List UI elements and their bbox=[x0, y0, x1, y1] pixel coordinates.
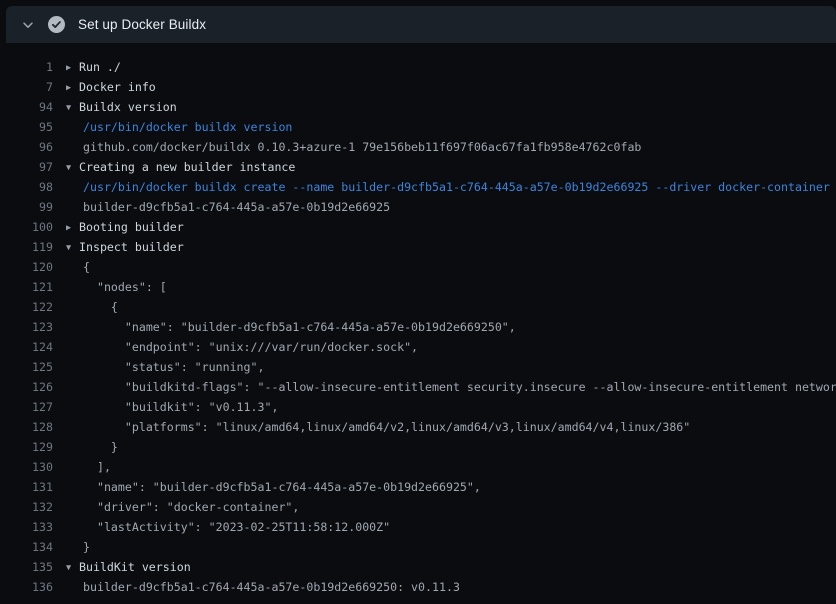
group-title: Run ./ bbox=[79, 60, 121, 74]
log-line[interactable]: 135 ▼BuildKit version bbox=[0, 557, 836, 577]
group-collapsed-icon: ▶ bbox=[66, 78, 79, 97]
log-text: builder-d9cfb5a1-c764-445a-a57e-0b19d2e6… bbox=[83, 580, 460, 594]
line-number[interactable]: 1 bbox=[0, 57, 53, 77]
line-number[interactable]: 98 bbox=[0, 177, 53, 197]
log-text: ], bbox=[83, 460, 111, 474]
log-line[interactable]: 100 ▶Booting builder bbox=[0, 217, 836, 237]
log-line: 95 /usr/bin/docker buildx version bbox=[0, 117, 836, 137]
line-number[interactable]: 94 bbox=[0, 97, 53, 117]
line-number[interactable]: 125 bbox=[0, 357, 53, 377]
line-number[interactable]: 132 bbox=[0, 497, 53, 517]
log-content: 1 ▶Run ./ 7 ▶Docker info 94 ▼Buildx vers… bbox=[0, 43, 836, 604]
log-line: 126 "buildkitd-flags": "--allow-insecure… bbox=[0, 377, 836, 397]
command-text: /usr/bin/docker buildx create --name bui… bbox=[83, 180, 830, 194]
line-number[interactable]: 129 bbox=[0, 437, 53, 457]
log-text: github.com/docker/buildx 0.10.3+azure-1 … bbox=[83, 140, 641, 154]
log-line: 99 builder-d9cfb5a1-c764-445a-a57e-0b19d… bbox=[0, 197, 836, 217]
group-title: Docker info bbox=[79, 80, 156, 94]
line-number[interactable]: 136 bbox=[0, 577, 53, 597]
line-number[interactable]: 95 bbox=[0, 117, 53, 137]
log-text: "driver": "docker-container", bbox=[83, 500, 299, 514]
line-number[interactable]: 100 bbox=[0, 217, 53, 237]
group-expanded-icon: ▼ bbox=[66, 158, 79, 177]
line-number[interactable]: 134 bbox=[0, 537, 53, 557]
group-expanded-icon: ▼ bbox=[66, 98, 79, 117]
log-text: "name": "builder-d9cfb5a1-c764-445a-a57e… bbox=[83, 320, 516, 334]
log-line: 134 } bbox=[0, 537, 836, 557]
log-line: 123 "name": "builder-d9cfb5a1-c764-445a-… bbox=[0, 317, 836, 337]
log-line: 124 "endpoint": "unix:///var/run/docker.… bbox=[0, 337, 836, 357]
line-number[interactable]: 130 bbox=[0, 457, 53, 477]
log-text: } bbox=[83, 440, 118, 454]
log-text: "buildkitd-flags": "--allow-insecure-ent… bbox=[83, 380, 836, 394]
group-title: Booting builder bbox=[79, 220, 184, 234]
log-text: { bbox=[83, 260, 90, 274]
line-number[interactable]: 96 bbox=[0, 137, 53, 157]
log-text: "name": "builder-d9cfb5a1-c764-445a-a57e… bbox=[83, 480, 481, 494]
log-line: 132 "driver": "docker-container", bbox=[0, 497, 836, 517]
group-title: Buildx version bbox=[79, 100, 177, 114]
log-text: "nodes": [ bbox=[83, 280, 167, 294]
command-text: /usr/bin/docker buildx version bbox=[83, 120, 292, 134]
log-line: 136 builder-d9cfb5a1-c764-445a-a57e-0b19… bbox=[0, 577, 836, 597]
log-text: "buildkit": "v0.11.3", bbox=[83, 400, 278, 414]
line-number[interactable]: 128 bbox=[0, 417, 53, 437]
log-text: { bbox=[83, 300, 118, 314]
group-expanded-icon: ▼ bbox=[66, 238, 79, 257]
group-title: BuildKit version bbox=[79, 560, 191, 574]
line-number[interactable]: 133 bbox=[0, 517, 53, 537]
step-header[interactable]: Set up Docker Buildx bbox=[6, 6, 836, 43]
line-number[interactable]: 97 bbox=[0, 157, 53, 177]
log-line[interactable]: 1 ▶Run ./ bbox=[0, 57, 836, 77]
log-line: 96 github.com/docker/buildx 0.10.3+azure… bbox=[0, 137, 836, 157]
check-circle-icon bbox=[48, 16, 65, 33]
line-number[interactable]: 131 bbox=[0, 477, 53, 497]
line-number[interactable]: 126 bbox=[0, 377, 53, 397]
log-line: 121 "nodes": [ bbox=[0, 277, 836, 297]
line-number[interactable]: 124 bbox=[0, 337, 53, 357]
log-line: 127 "buildkit": "v0.11.3", bbox=[0, 397, 836, 417]
log-text: builder-d9cfb5a1-c764-445a-a57e-0b19d2e6… bbox=[83, 200, 390, 214]
line-number[interactable]: 127 bbox=[0, 397, 53, 417]
line-number[interactable]: 123 bbox=[0, 317, 53, 337]
log-line: 120 { bbox=[0, 257, 836, 277]
line-number[interactable]: 119 bbox=[0, 237, 53, 257]
group-title: Inspect builder bbox=[79, 240, 184, 254]
log-line[interactable]: 94 ▼Buildx version bbox=[0, 97, 836, 117]
line-number[interactable]: 7 bbox=[0, 77, 53, 97]
log-line[interactable]: 119 ▼Inspect builder bbox=[0, 237, 836, 257]
group-collapsed-icon: ▶ bbox=[66, 218, 79, 237]
line-number[interactable]: 99 bbox=[0, 197, 53, 217]
log-line: 130 ], bbox=[0, 457, 836, 477]
log-line: 129 } bbox=[0, 437, 836, 457]
log-text: "status": "running", bbox=[83, 360, 264, 374]
log-line: 122 { bbox=[0, 297, 836, 317]
log-line: 131 "name": "builder-d9cfb5a1-c764-445a-… bbox=[0, 477, 836, 497]
group-expanded-icon: ▼ bbox=[66, 558, 79, 577]
line-number[interactable]: 135 bbox=[0, 557, 53, 577]
line-number[interactable]: 121 bbox=[0, 277, 53, 297]
log-text: "lastActivity": "2023-02-25T11:58:12.000… bbox=[83, 520, 390, 534]
log-text: } bbox=[83, 540, 90, 554]
log-text: "endpoint": "unix:///var/run/docker.sock… bbox=[83, 340, 418, 354]
line-number[interactable]: 122 bbox=[0, 297, 53, 317]
log-line: 128 "platforms": "linux/amd64,linux/amd6… bbox=[0, 417, 836, 437]
log-line: 98 /usr/bin/docker buildx create --name … bbox=[0, 177, 836, 197]
line-number[interactable]: 120 bbox=[0, 257, 53, 277]
chevron-down-icon[interactable] bbox=[20, 17, 36, 33]
log-line: 133 "lastActivity": "2023-02-25T11:58:12… bbox=[0, 517, 836, 537]
group-collapsed-icon: ▶ bbox=[66, 58, 79, 77]
log-line: 125 "status": "running", bbox=[0, 357, 836, 377]
step-title: Set up Docker Buildx bbox=[78, 17, 206, 32]
group-title: Creating a new builder instance bbox=[79, 160, 295, 174]
log-text: "platforms": "linux/amd64,linux/amd64/v2… bbox=[83, 420, 690, 434]
log-line[interactable]: 7 ▶Docker info bbox=[0, 77, 836, 97]
log-line[interactable]: 97 ▼Creating a new builder instance bbox=[0, 157, 836, 177]
